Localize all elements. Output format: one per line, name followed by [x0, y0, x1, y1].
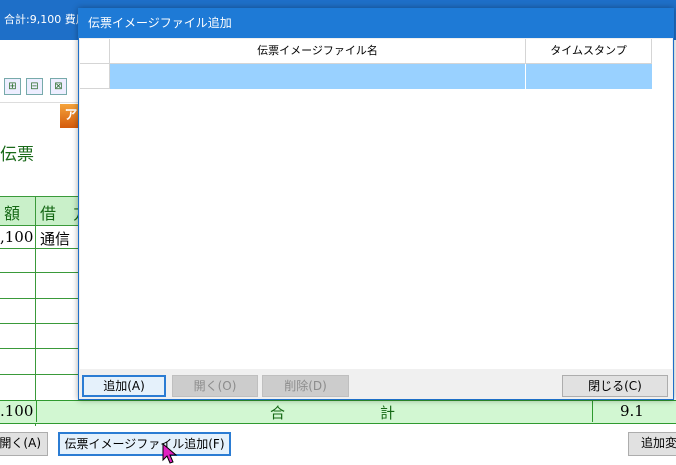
totals-right-amount: 9.1 [620, 402, 644, 420]
totals-divider [36, 400, 37, 422]
totals-label: 合 計 [270, 404, 436, 422]
column-header-filename[interactable]: 伝票イメージファイル名 [110, 39, 526, 64]
add-change-button[interactable]: 追加変 [628, 432, 676, 456]
dialog-open-button[interactable]: 開く(O) [172, 375, 258, 397]
open-button[interactable]: 開く(A) [0, 432, 48, 456]
toolbar-doc-icon[interactable]: ⊞ [4, 78, 21, 95]
dialog-close-button[interactable]: 閉じる(C) [562, 375, 668, 397]
grid-cell-debit[interactable]: 通信 [40, 228, 70, 249]
grid-header-amount: 額 [4, 204, 21, 223]
grid-divider [35, 196, 36, 426]
grid-row-line [0, 323, 80, 324]
grid-row-line [0, 272, 80, 273]
pointer-cursor-icon [162, 443, 178, 464]
grid-corner-header[interactable] [80, 39, 110, 64]
grid-row-line [0, 298, 80, 299]
cell-timestamp[interactable] [526, 64, 652, 89]
toolbar-doc-delete-icon[interactable]: ⊠ [50, 78, 67, 95]
totals-divider [592, 400, 593, 422]
grid-row-line [0, 374, 80, 375]
dialog-add-button[interactable]: 追加(A) [82, 375, 166, 397]
totals-left-amount: .100 [0, 402, 34, 420]
add-voucher-image-button[interactable]: 伝票イメージファイル追加(F) [58, 432, 231, 456]
dialog-title: 伝票イメージファイル追加 [88, 16, 232, 30]
background-total-summary: 合計:9,100 費用 [4, 13, 87, 26]
row-header[interactable] [80, 64, 110, 89]
dialog-delete-button[interactable]: 削除(D) [262, 375, 349, 397]
grid-cell-amount[interactable]: ,100 [0, 228, 33, 246]
grid-row-line [0, 348, 80, 349]
document-type-label: 伝票 [0, 145, 34, 165]
cell-filename[interactable] [110, 64, 526, 89]
column-header-timestamp[interactable]: タイムスタンプ [526, 39, 652, 64]
toolbar-doc-icon[interactable]: ⊟ [26, 78, 43, 95]
